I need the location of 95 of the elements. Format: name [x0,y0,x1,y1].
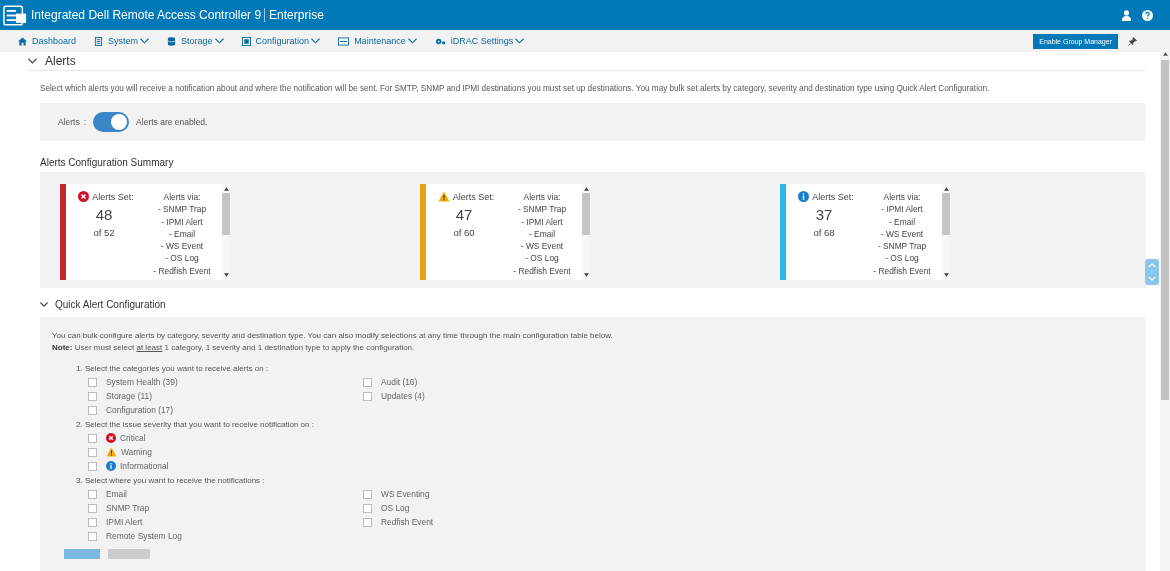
down-arrow-icon[interactable] [583,273,589,277]
alert-destination: - WS Event [160,240,204,253]
option-checkbox[interactable]: Storage (11) [88,389,152,403]
option-checkbox[interactable]: Updates (4) [363,389,425,403]
option-checkbox[interactable]: Remote System Log [88,529,182,543]
alert-destination: - Redfish Event [513,264,571,278]
server-icon [94,36,104,46]
window-icon [338,36,350,46]
pin-icon[interactable] [1128,36,1137,46]
option-checkbox[interactable]: Redfish Event [363,515,434,529]
note-text: Note: User must select at least 1 category, 1 severity and 1 destination type to apply the configuration. [52,342,416,354]
card-scrollbar[interactable] [582,184,590,280]
collapse-chevron-icon[interactable] [28,58,37,64]
alerts-set-label: Alerts Set: [92,191,134,202]
alert-destination: - Redfish Event [873,264,931,278]
alert-destination: - WS Event [880,227,924,241]
alerts-set-count: 47 [455,206,473,223]
home-icon [18,36,27,46]
alerts-set-count: 48 [95,206,113,223]
help-icon[interactable] [1142,9,1153,21]
alerts-toggle-switch[interactable] [93,112,130,132]
app-title: Integrated Dell Remote Access Controller 9 [31,8,262,22]
alert-destination: - SNMP Trap [157,203,207,216]
down-arrow-icon[interactable] [223,273,229,277]
user-icon[interactable] [1121,9,1132,21]
alert-destination: - Email [168,227,196,241]
alert-destination: - WS Event [520,240,564,253]
up-arrow-icon[interactable] [943,187,949,191]
nav-menu-item[interactable]: System [94,36,150,46]
gears-icon [434,36,446,46]
alerts-label: Alerts [58,117,80,127]
warning-icon [106,447,117,457]
database-icon [167,36,177,46]
option-checkbox[interactable]: IPMI Alert [88,515,143,529]
step-title: 3. Select where you want to receive the notifications : [76,475,266,487]
option-checkbox[interactable]: Warning [88,445,152,459]
alerts-via-title: Alerts via: [883,191,921,204]
panel-icon [241,36,251,46]
warning-icon [437,191,450,202]
critical-icon [106,433,116,443]
info-icon [798,191,810,202]
alert-destination: - OS Log [525,252,559,265]
option-checkbox[interactable]: Configuration (17) [88,403,174,417]
option-checkbox[interactable]: Informational [88,459,169,473]
nav-menu-item[interactable]: Configuration [241,36,321,46]
collapse-chevron-icon[interactable] [40,301,48,307]
alert-destination: - IPMI Alert [521,215,563,228]
quick-config-intro: You can bulk configure alerts by category, severity and destination type. You can also modify selections at any time through the main configuration table below. [52,330,614,342]
alerts-set-label: Alerts Set: [812,191,854,202]
info-icon [106,461,116,471]
alert-destination: - IPMI Alert [161,215,203,228]
alert-destination: - OS Log [165,252,199,265]
option-checkbox[interactable]: WS Eventing [363,487,430,501]
alert-destination: - SNMP Trap [877,240,927,253]
section-title: Quick Alert Configuration [55,298,166,310]
step-title: 1. Select the categories you want to receive alerts on : [76,363,270,375]
alert-destination: - Email [528,227,556,241]
alerts-total: of 68 [813,227,835,238]
option-checkbox[interactable]: System Health (39) [88,375,178,389]
edition-label: Enterprise [264,8,324,22]
summary-title: Alerts Configuration Summary [40,157,175,168]
alert-destination: - Email [888,215,916,228]
alert-destination: - SNMP Trap [517,203,567,216]
server-logo-icon [3,4,27,26]
alerts-set-label: Alerts Set: [452,191,495,202]
option-checkbox[interactable]: Email [88,487,127,501]
option-checkbox[interactable]: SNMP Trap [88,501,150,515]
alerts-description: Select which alerts you will receive a notification about and where the notification will be sent. For SMTP, SNMP and IPMI destinations you must set up destinations. You may bulk set alerts by category, severity and destination type using Quick Alert Configuration. [40,84,991,93]
down-arrow-icon[interactable] [943,273,949,277]
card-scrollbar[interactable] [942,184,950,280]
alerts-status-text: Alerts are enabled. [136,117,208,127]
option-checkbox[interactable]: OS Log [363,501,410,515]
nav-menu-item[interactable]: iDRAC Settings [434,36,525,46]
alert-destination: - IPMI Alert [881,203,923,216]
nav-menu-item[interactable]: Dashboard [18,36,77,46]
alerts-via-title: Alerts via: [163,191,201,204]
up-arrow-icon[interactable] [1162,52,1168,56]
alert-destination: - OS Log [885,252,919,265]
critical-icon [78,191,90,202]
option-checkbox[interactable]: Critical [88,431,146,445]
section-title: Alerts [45,54,76,68]
up-arrow-icon[interactable] [583,187,589,191]
alerts-via-title: Alerts via: [523,191,561,204]
page-scrollbar[interactable] [1160,52,1170,571]
option-checkbox[interactable]: Audit (16) [363,375,418,389]
alerts-total: of 60 [453,227,475,238]
alerts-set-count: 37 [815,206,833,223]
up-arrow-icon[interactable] [223,187,229,191]
alert-destination: - Redfish Event [153,264,211,278]
step-title: 2. Select the issue severity that you want to receive notification on : [76,419,315,431]
nav-menu-item[interactable]: Maintenance [338,36,417,46]
colon-separator: : [83,117,87,127]
card-scrollbar[interactable] [222,184,230,280]
nav-menu-item[interactable]: Storage [167,36,224,46]
alerts-total: of 52 [93,227,115,238]
